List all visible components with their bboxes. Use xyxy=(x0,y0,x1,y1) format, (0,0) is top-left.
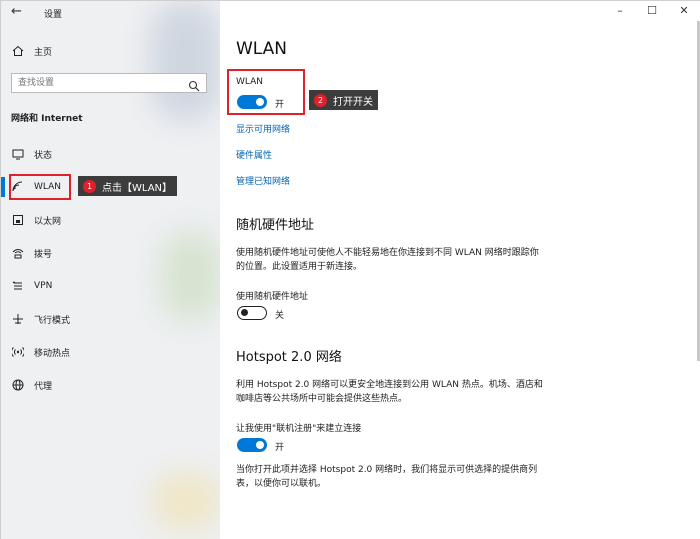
background-blur xyxy=(151,471,220,531)
maximize-button[interactable]: ☐ xyxy=(645,4,659,17)
main-panel: – ☐ ✕ WLAN WLAN 开 2 打开开关 显示可用网络 硬件属性 管理已… xyxy=(220,1,700,539)
page-title: WLAN xyxy=(236,39,288,59)
highlight-box xyxy=(9,174,71,200)
search-icon[interactable] xyxy=(188,77,200,92)
show-available-networks-link[interactable]: 显示可用网络 xyxy=(236,122,290,135)
hotspot-toggle-label: 让我使用"联机注册"来建立连接 xyxy=(236,424,362,434)
step-badge: 1 xyxy=(83,179,96,193)
annotation-step-2: 2 打开开关 xyxy=(309,90,378,110)
manage-known-networks-link[interactable]: 管理已知网络 xyxy=(236,174,290,187)
random-hw-toggle-label: 使用随机硬件地址 xyxy=(236,292,309,302)
sidebar: ← 设置 主页 网络和 Internet 状态 xyxy=(1,1,220,539)
settings-window: ← 设置 主页 网络和 Internet 状态 xyxy=(0,0,700,539)
step-badge: 2 xyxy=(314,93,327,107)
dialup-icon xyxy=(11,246,25,260)
highlight-box xyxy=(227,69,305,115)
hotspot-icon xyxy=(11,345,25,359)
search-input[interactable] xyxy=(18,76,178,90)
sidebar-item-hotspot[interactable]: 移动热点 xyxy=(1,341,220,363)
annotation-step-1: 1 点击【WLAN】 xyxy=(78,176,178,196)
sidebar-item-proxy[interactable]: 代理 xyxy=(1,374,220,396)
sidebar-item-home[interactable]: 主页 xyxy=(1,40,220,62)
minimize-button[interactable]: – xyxy=(613,4,627,17)
random-hw-toggle[interactable] xyxy=(237,306,267,320)
random-hw-description: 使用随机硬件地址可使他人不能轻易地在你连接到不同 WLAN 网络时跟踪你的位置。… xyxy=(236,248,539,272)
hotspot-description: 利用 Hotspot 2.0 网络可以更安全地连接到公用 WLAN 热点。机场、… xyxy=(236,380,543,404)
sidebar-item-dialup[interactable]: 拨号 xyxy=(1,242,220,264)
sidebar-item-label: 以太网 xyxy=(34,216,62,227)
sidebar-item-label: 状态 xyxy=(34,150,53,161)
sidebar-item-label: 主页 xyxy=(34,47,53,58)
sidebar-item-vpn[interactable]: VPN xyxy=(1,275,220,297)
sidebar-item-label: 飞行模式 xyxy=(34,315,71,326)
sidebar-item-label: 移动热点 xyxy=(34,348,71,359)
sidebar-section-heading: 网络和 Internet xyxy=(11,114,83,124)
sidebar-item-label: 拨号 xyxy=(34,249,53,260)
hotspot-footer: 当你打开此项并选择 Hotspot 2.0 网络时，我们将显示可供选择的提供商列… xyxy=(236,465,538,489)
sidebar-item-airplane[interactable]: 飞行模式 xyxy=(1,308,220,330)
sidebar-item-label: VPN xyxy=(34,281,53,291)
globe-icon xyxy=(11,378,25,392)
app-title: 设置 xyxy=(44,10,63,20)
annotation-text: 点击【WLAN】 xyxy=(102,182,173,194)
ethernet-icon xyxy=(11,213,25,227)
random-hw-toggle-state: 关 xyxy=(275,311,285,321)
back-arrow-icon[interactable]: ← xyxy=(11,5,25,19)
sidebar-item-status[interactable]: 状态 xyxy=(1,143,220,165)
hotspot-toggle-state: 开 xyxy=(275,443,285,453)
close-button[interactable]: ✕ xyxy=(677,4,691,17)
hotspot-toggle[interactable] xyxy=(237,438,267,452)
search-box[interactable] xyxy=(11,73,207,93)
window-controls: – ☐ ✕ xyxy=(613,4,691,17)
airplane-icon xyxy=(11,312,25,326)
random-hw-heading: 随机硬件地址 xyxy=(236,218,315,233)
vpn-icon xyxy=(11,279,25,293)
sidebar-item-label: 代理 xyxy=(34,381,53,392)
status-icon xyxy=(11,147,25,161)
home-icon xyxy=(11,44,25,58)
hardware-properties-link[interactable]: 硬件属性 xyxy=(236,148,272,161)
sidebar-item-ethernet[interactable]: 以太网 xyxy=(1,209,220,231)
annotation-text: 打开开关 xyxy=(333,96,373,108)
hotspot-heading: Hotspot 2.0 网络 xyxy=(236,350,342,365)
